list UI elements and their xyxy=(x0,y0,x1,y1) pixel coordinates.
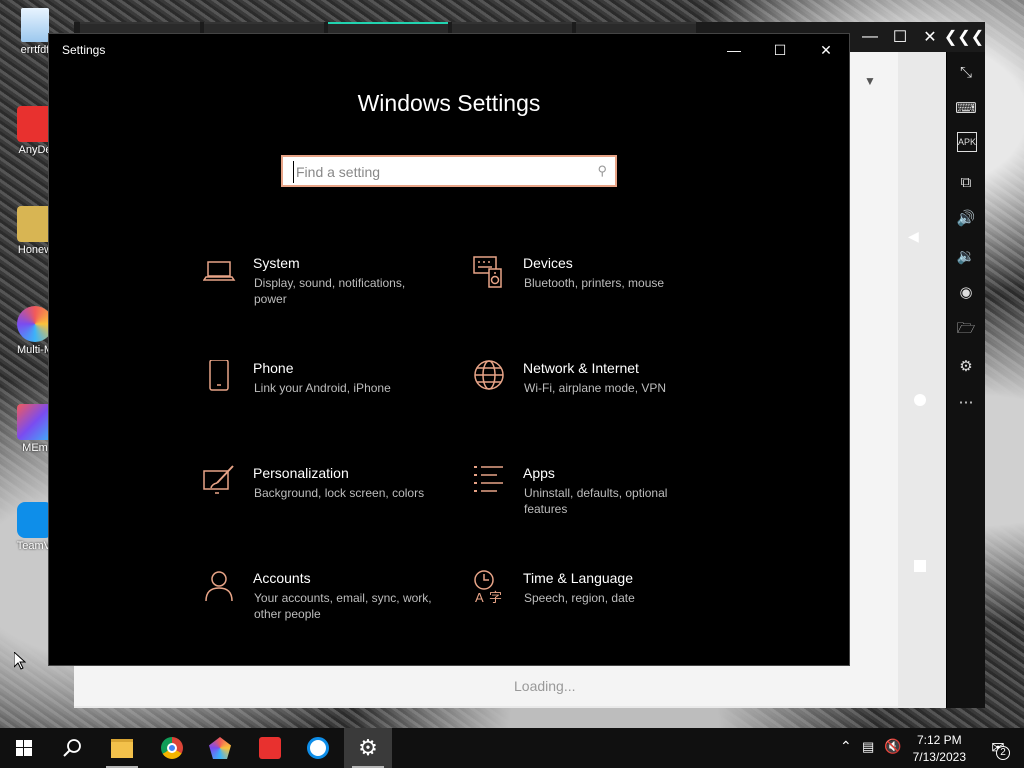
start-button[interactable] xyxy=(0,728,48,768)
location-icon[interactable]: ◉ xyxy=(954,280,978,304)
maximize-icon[interactable]: ☐ xyxy=(885,22,915,52)
laptop-icon xyxy=(203,261,236,281)
apk-icon[interactable]: APK xyxy=(957,132,977,152)
folder-icon[interactable]: 🗁 xyxy=(954,318,978,342)
taskbar-anydesk[interactable] xyxy=(246,728,294,768)
clock-time: 7:12 PM xyxy=(916,733,962,747)
windows-logo-icon xyxy=(16,740,32,756)
mouse-cursor-icon xyxy=(14,652,26,670)
svg-text:字: 字 xyxy=(489,590,502,604)
category-name: Phone xyxy=(253,360,294,376)
category-name: Apps xyxy=(523,465,555,481)
chevron-up-icon[interactable]: ⌃ xyxy=(840,738,852,755)
recents-icon[interactable] xyxy=(914,560,926,572)
settings-window: Settings — ☐ ✕ Windows Settings ⚲ System… xyxy=(48,33,850,666)
network-icon[interactable]: ▤ xyxy=(862,739,874,755)
anydesk-icon xyxy=(259,737,281,759)
loading-text: Loading... xyxy=(514,678,576,694)
gear-icon: ⚙ xyxy=(358,735,378,760)
search-box[interactable]: ⚲ xyxy=(281,155,617,187)
wifi-icon: ▼ xyxy=(864,74,876,88)
more-icon[interactable]: ⋯ xyxy=(954,390,978,414)
taskbar-chrome[interactable] xyxy=(148,728,196,768)
search-icon xyxy=(63,739,81,757)
clock-date: 7/13/2023 xyxy=(912,750,966,764)
person-icon xyxy=(205,571,233,602)
maximize-button[interactable]: ☐ xyxy=(757,34,803,66)
title-bar[interactable]: Settings — ☐ ✕ xyxy=(49,34,849,66)
category-desc: Your accounts, email, sync, work, other … xyxy=(254,591,432,621)
notifications-button[interactable]: ✉ 2 xyxy=(978,728,1018,768)
desktop-icon-label: Honew xyxy=(17,244,53,256)
chrome-icon xyxy=(161,737,183,759)
notification-count: 2 xyxy=(996,746,1010,760)
category-name: Devices xyxy=(523,255,573,271)
minimize-icon[interactable]: — xyxy=(855,22,885,52)
close-button[interactable]: ✕ xyxy=(803,34,849,66)
category-name: Personalization xyxy=(253,465,349,481)
folder-icon xyxy=(111,738,133,758)
volume-muted-icon[interactable]: 🔇 xyxy=(884,738,901,755)
volume-down-icon[interactable]: 🔉 xyxy=(954,244,978,268)
category-name: System xyxy=(253,255,300,271)
category-name: Accounts xyxy=(253,570,311,586)
category-desc: Link your Android, iPhone xyxy=(254,381,391,395)
window-title: Settings xyxy=(62,43,106,57)
clock[interactable]: 7:12 PM 7/13/2023 xyxy=(913,732,966,766)
fullscreen-icon[interactable]: ⤡ xyxy=(954,60,978,84)
multi-window-icon[interactable]: ⧉ xyxy=(954,170,978,194)
taskbar-settings[interactable]: ⚙ xyxy=(344,728,392,768)
taskbar-memu[interactable] xyxy=(196,728,244,768)
page-title: Windows Settings xyxy=(357,90,541,116)
home-icon[interactable] xyxy=(914,394,926,406)
svg-text:A: A xyxy=(475,590,484,604)
paint-icon xyxy=(203,465,234,494)
globe-icon xyxy=(474,360,504,390)
teamviewer-icon xyxy=(307,737,329,759)
category-desc: Bluetooth, printers, mouse xyxy=(524,276,665,290)
minimize-button[interactable]: — xyxy=(711,34,757,66)
taskbar-file-explorer[interactable] xyxy=(98,728,146,768)
time-language-icon: A 字 xyxy=(474,570,502,604)
category-desc: Display, sound, notifications, power xyxy=(254,276,406,306)
collapse-sidebar-icon[interactable]: ❮❮❮ xyxy=(944,22,984,52)
category-name: Time & Language xyxy=(523,570,633,586)
category-desc: Uninstall, defaults, optional features xyxy=(524,486,668,516)
desktop-icon-label: AnyDe xyxy=(18,144,52,156)
category-desc: Background, lock screen, colors xyxy=(254,486,425,500)
category-name: Network & Internet xyxy=(523,360,639,376)
phone-icon xyxy=(209,360,229,391)
taskbar: ⚙ ⌃ ▤ 🔇 7:12 PM 7/13/2023 ✉ 2 xyxy=(0,728,1024,768)
emulator-sidebar: ⤡ ⌨ APK ⧉ 🔊 🔉 ◉ 🗁 ⚙ ⋯ xyxy=(947,52,985,708)
recycle-bin-icon xyxy=(21,8,49,42)
search-input[interactable] xyxy=(293,161,588,183)
apps-list-icon xyxy=(474,466,503,492)
close-icon[interactable]: ✕ xyxy=(915,22,945,52)
desktop-icon-label: MEm xyxy=(22,442,48,454)
gear-icon[interactable]: ⚙ xyxy=(954,354,978,378)
category-desc: Speech, region, date xyxy=(524,591,635,605)
taskbar-teamviewer[interactable] xyxy=(294,728,342,768)
category-desc: Wi-Fi, airplane mode, VPN xyxy=(524,381,667,395)
keyboard-icon[interactable]: ⌨ xyxy=(954,96,978,120)
keyboard-speaker-icon xyxy=(473,256,502,288)
volume-up-icon[interactable]: 🔊 xyxy=(954,206,978,230)
search-icon[interactable]: ⚲ xyxy=(597,163,607,179)
search-button[interactable] xyxy=(48,728,96,768)
back-icon[interactable]: ◀ xyxy=(908,228,919,245)
memu-icon xyxy=(209,737,231,759)
desktop-icon-label: errtfdf xyxy=(20,44,50,56)
